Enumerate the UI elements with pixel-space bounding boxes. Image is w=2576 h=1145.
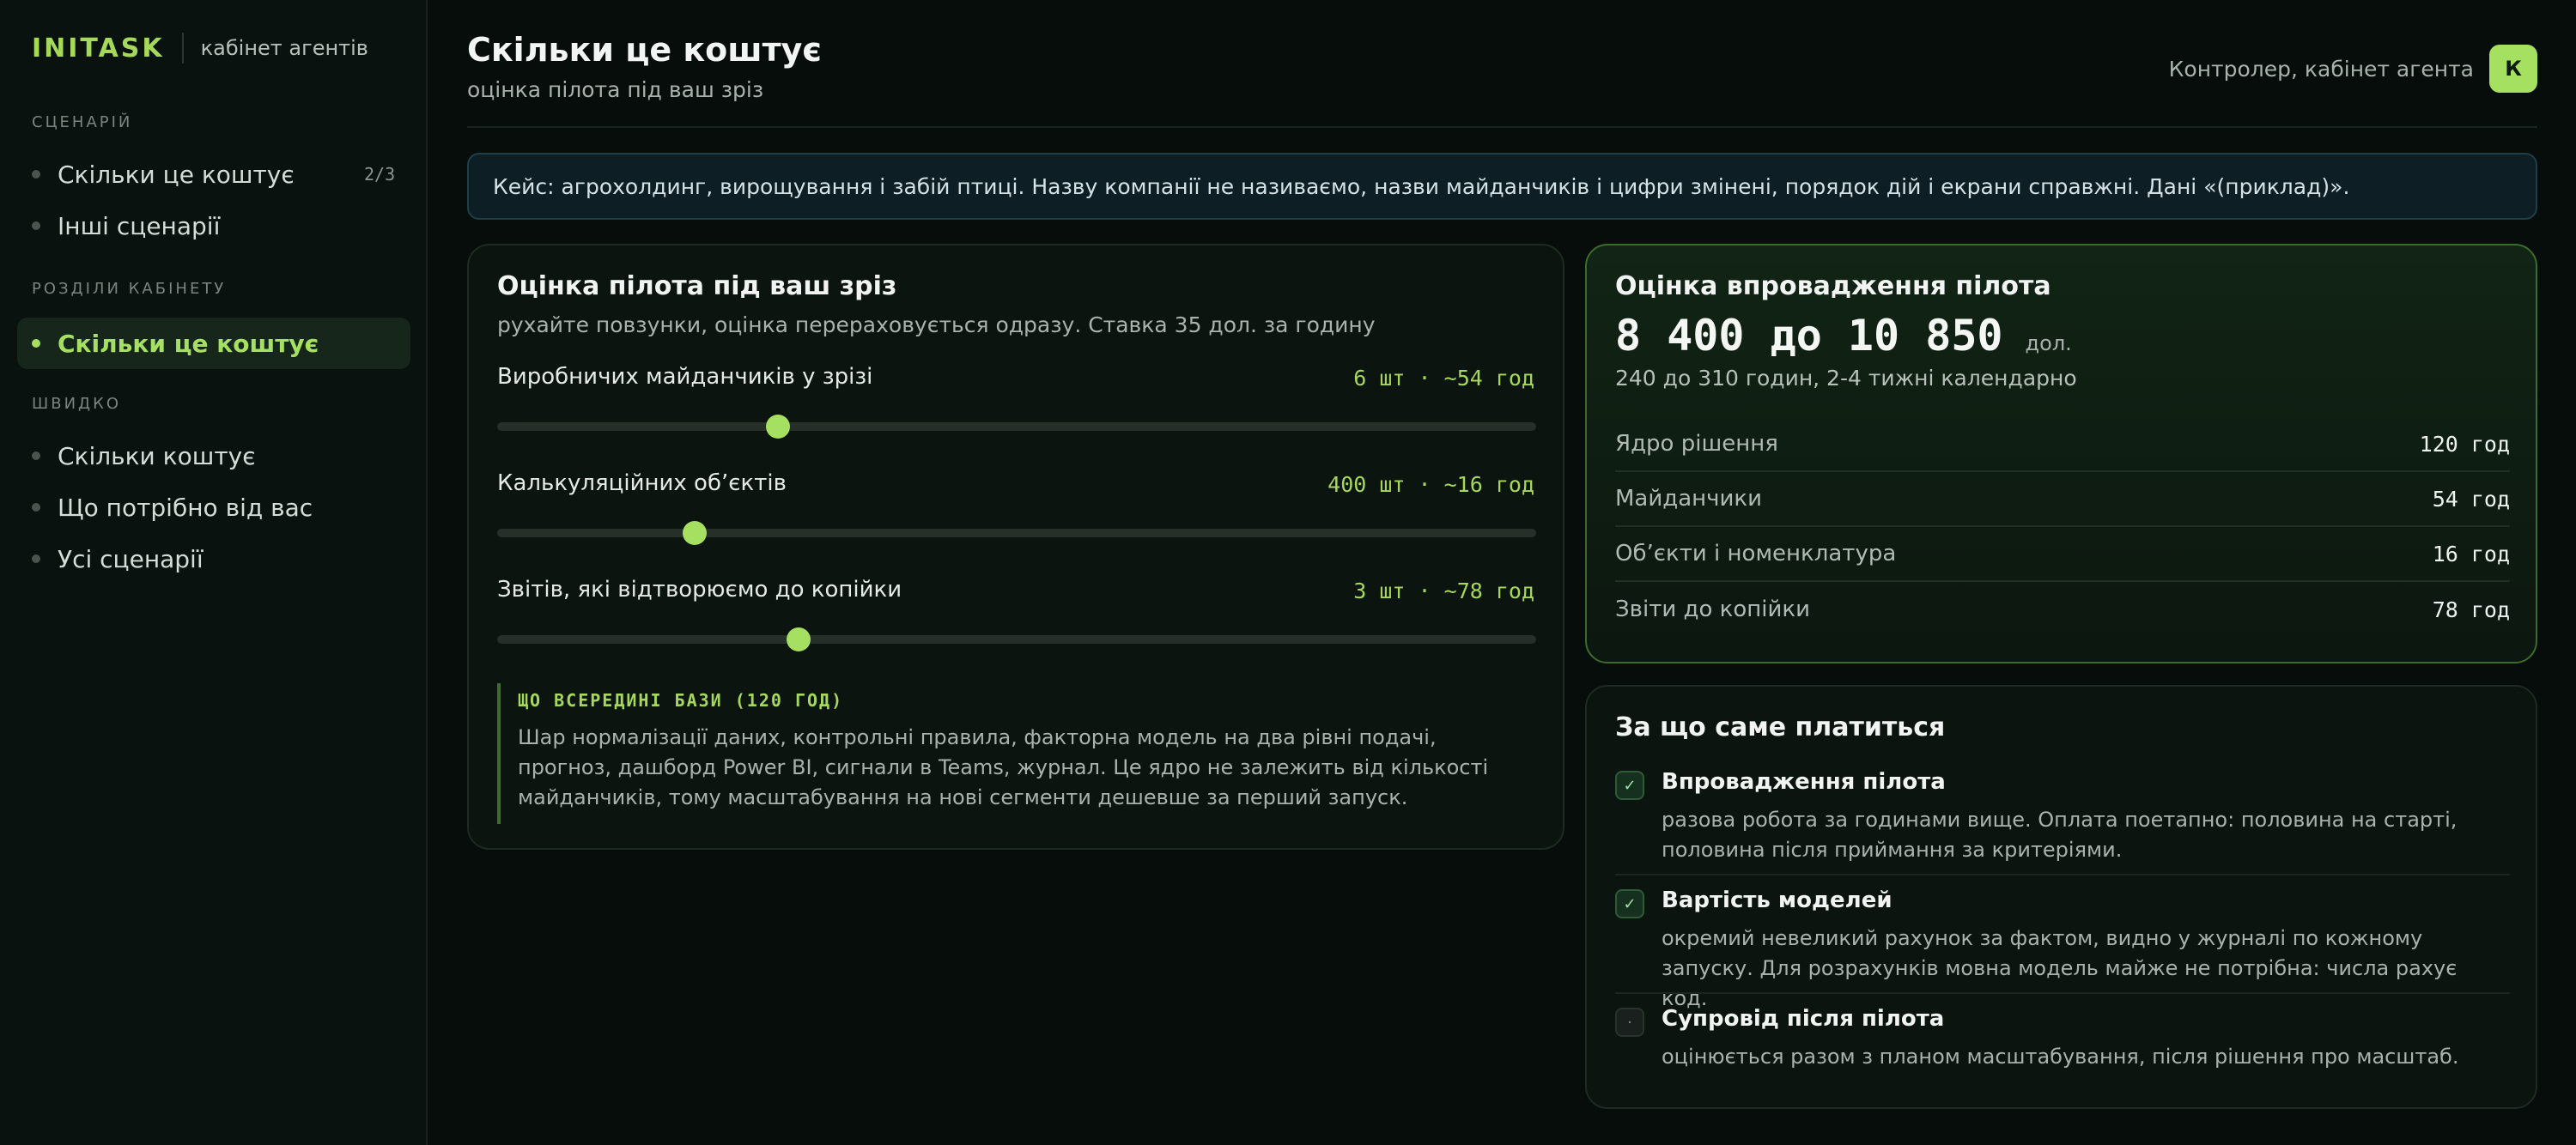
sidebar-item-label: Інші сценарії — [58, 211, 221, 240]
sidebar-item-label: Скільки це коштує — [58, 160, 295, 189]
estimate-total: 8 400 до 10 850 дол. — [1615, 311, 2072, 360]
note-title: ЩО ВСЕРЕДИНІ БАЗИ (120 ГОД) — [518, 690, 844, 711]
page-subtitle: оцінка пілота під ваш зріз — [467, 77, 764, 102]
pay-item-title: Впровадження пілота — [1662, 769, 1946, 795]
breakdown-row: Ядро рішення 120 год — [1615, 417, 2510, 472]
sidebar-item-all-scenarios[interactable]: Усі сценарії — [32, 539, 204, 579]
section-title-scenarios: СЦЕНАРІЙ — [32, 113, 133, 131]
bullet-icon — [32, 451, 40, 460]
slider-sites-thumb[interactable] — [765, 415, 790, 439]
breakdown-value: 120 год — [2419, 431, 2510, 457]
pilot-estimate-card: Оцінка впровадження пілота 8 400 до 10 8… — [1585, 244, 2537, 663]
pay-title: За що саме платиться — [1615, 712, 1946, 742]
pay-item-title: Супровід після пілота — [1662, 1006, 1945, 1032]
breakdown-row: Звіти до копійки 78 год — [1615, 582, 2510, 637]
divider — [1615, 874, 2510, 875]
pay-item-title: Вартість моделей — [1662, 888, 1893, 913]
breakdown-value: 54 год — [2432, 486, 2510, 512]
estimator-description: рухайте повзунки, оцінка перераховується… — [497, 312, 1376, 337]
sidebar-item-cost-active[interactable]: Скільки це коштує — [17, 318, 410, 369]
user-menu[interactable]: Контролер, кабінет агента К — [2169, 45, 2537, 93]
slider-sites-value: 6 шт · ~54 год — [1353, 366, 1534, 391]
breakdown-row: Майданчики 54 год — [1615, 472, 2510, 527]
note-text: Шар нормалізації даних, контрольні прави… — [518, 725, 1489, 809]
breakdown-value: 78 год — [2432, 597, 2510, 622]
slider-reports-track[interactable] — [497, 627, 1536, 651]
sidebar-item-label: Усі сценарії — [58, 544, 204, 573]
divider — [1615, 992, 2510, 994]
slider-objects-thumb[interactable] — [682, 521, 707, 545]
bullet-icon — [32, 221, 40, 230]
slider-sites-track[interactable] — [497, 415, 1536, 439]
sidebar-item-requirements[interactable]: Що потрібно від вас — [32, 488, 313, 527]
breakdown-row: Обʼєкти і номенклатура 16 год — [1615, 527, 2510, 582]
slider-objects-label: Калькуляційних обʼєктів — [497, 470, 787, 496]
bullet-icon — [32, 170, 40, 179]
dot-icon: · — [1615, 1008, 1644, 1037]
estimate-title: Оцінка впровадження пілота — [1615, 271, 2051, 301]
breakdown-label: Звіти до копійки — [1615, 597, 1811, 622]
scenario-progress-badge: 2/3 — [364, 164, 396, 185]
sidebar: INITASK кабінет агентів СЦЕНАРІЙ Скільки… — [0, 0, 428, 1145]
slider-reports-label: Звітів, які відтворюємо до копійки — [497, 577, 902, 603]
section-title-quick: ШВИДКО — [32, 395, 122, 413]
sidebar-item-label: Що потрібно від вас — [58, 493, 313, 522]
sidebar-item-how-much[interactable]: Скільки коштує — [32, 436, 256, 476]
estimate-unit: дол. — [2025, 331, 2072, 355]
breakdown-value: 16 год — [2432, 541, 2510, 566]
section-title-cabinet: РОЗДІЛИ КАБІНЕТУ — [32, 280, 227, 298]
brand-subtitle: кабінет агентів — [200, 36, 368, 60]
avatar[interactable]: К — [2489, 45, 2537, 93]
estimator-title: Оцінка пілота під ваш зріз — [497, 271, 897, 301]
breakdown-label: Майданчики — [1615, 486, 1763, 512]
brand-logo: INITASK — [32, 33, 165, 64]
slider-sites-label: Виробничих майданчиків у зрізі — [497, 364, 873, 390]
check-icon: ✓ — [1615, 889, 1644, 918]
estimate-hours: 240 до 310 годин, 2-4 тижні календарно — [1615, 366, 2077, 391]
what-you-pay-card: За що саме платиться ✓ Впровадження піло… — [1585, 685, 2537, 1109]
pilot-estimator-card: Оцінка пілота під ваш зріз рухайте повзу… — [467, 244, 1564, 850]
slider-objects-value: 400 шт · ~16 год — [1327, 472, 1534, 497]
breakdown-label: Ядро рішення — [1615, 431, 1778, 457]
brand[interactable]: INITASK кабінет агентів — [32, 33, 368, 64]
slider-reports-value: 3 шт · ~78 год — [1353, 579, 1534, 603]
sidebar-item-label: Скільки це коштує — [58, 329, 319, 358]
pay-item-text: разова робота за годинами вище. Оплата п… — [1662, 808, 2458, 862]
sidebar-item-cost-scenario[interactable]: Скільки це коштує 2/3 — [32, 154, 395, 194]
pay-item-text: оцінюється разом з планом масштабування,… — [1662, 1045, 2459, 1069]
sidebar-item-label: Скільки коштує — [58, 441, 256, 470]
user-role-label: Контролер, кабінет агента — [2168, 56, 2474, 82]
pay-item-text: окремий невеликий рахунок за фактом, вид… — [1662, 926, 2458, 1010]
brand-divider — [181, 33, 184, 64]
slider-reports-thumb[interactable] — [786, 627, 811, 651]
header-divider — [467, 126, 2537, 128]
page-title: Скільки це коштує — [467, 31, 822, 69]
bullet-icon — [32, 503, 40, 512]
estimate-value: 8 400 до 10 850 — [1615, 311, 2003, 360]
bullet-icon — [32, 554, 40, 563]
case-banner: Кейс: агрохолдинг, вирощування і забій п… — [467, 153, 2537, 220]
breakdown-label: Обʼєкти і номенклатура — [1615, 541, 1897, 566]
sidebar-item-other-scenarios[interactable]: Інші сценарії — [32, 206, 220, 245]
check-icon: ✓ — [1615, 771, 1644, 800]
base-contents-note: ЩО ВСЕРЕДИНІ БАЗИ (120 ГОД) Шар нормаліз… — [497, 683, 1536, 824]
bullet-icon — [32, 339, 40, 348]
slider-objects-track[interactable] — [497, 521, 1536, 545]
